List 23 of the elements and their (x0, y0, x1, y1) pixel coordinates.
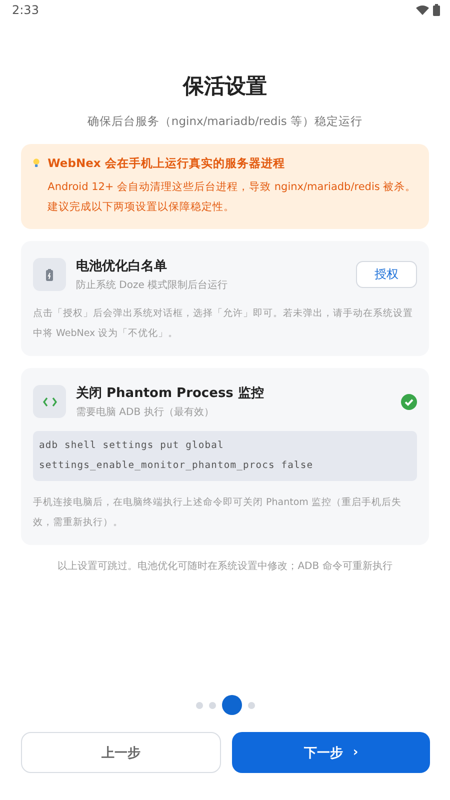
command-line: settings_enable_monitor_phantom_procs false (39, 459, 314, 473)
next-button[interactable]: 下一步 › (232, 732, 430, 773)
grant-button[interactable]: 授权 (356, 261, 417, 288)
page-title: 保活设置 (183, 73, 267, 100)
battery-icon (46, 268, 53, 280)
wifi-icon (416, 5, 429, 15)
footnote: 以上设置可跳过。电池优化可随时在系统设置中修改；ADB 命令可重新执行 (58, 560, 392, 573)
card-note: 点击「授权」后会弹出系统对话框，选择「允许」即可。若未弹出，请手动在系统设置中将 WebNex 设为「不优化」。 (33, 307, 414, 341)
card-subtitle: 防止系统 Doze 模式限制后台运行 (76, 278, 229, 292)
card-subtitle: 需要电脑 ADB 执行（最有效） (76, 406, 215, 419)
code-icon (42, 396, 56, 406)
notice-text: Android 12+ 会自动清理这些后台进程，导致 nginx/mariadb/redis 被杀。建议完成以下两项设置以保障稳定性。 (48, 180, 417, 215)
lightbulb-icon (33, 156, 40, 170)
status-time: 2:33 (12, 3, 39, 17)
card-note: 手机连接电脑后，在电脑终端执行上述命令即可关闭 Phantom 监控（重启手机后失效，需重新执行）。 (33, 496, 402, 530)
card-title: 电池优化白名单 (76, 258, 168, 275)
battery-icon (433, 4, 440, 16)
back-button[interactable]: 上一步 (21, 732, 221, 773)
chevron-icon: › (352, 745, 358, 760)
notice-title: WebNex 会在手机上运行真实的服务器进程 (48, 156, 286, 171)
card-title: 关闭 Phantom Process 监控 (76, 384, 265, 402)
page-subtitle: 确保后台服务（nginx/mariadb/redis 等）稳定运行 (87, 114, 363, 129)
command-line: adb shell settings put global (39, 439, 225, 453)
